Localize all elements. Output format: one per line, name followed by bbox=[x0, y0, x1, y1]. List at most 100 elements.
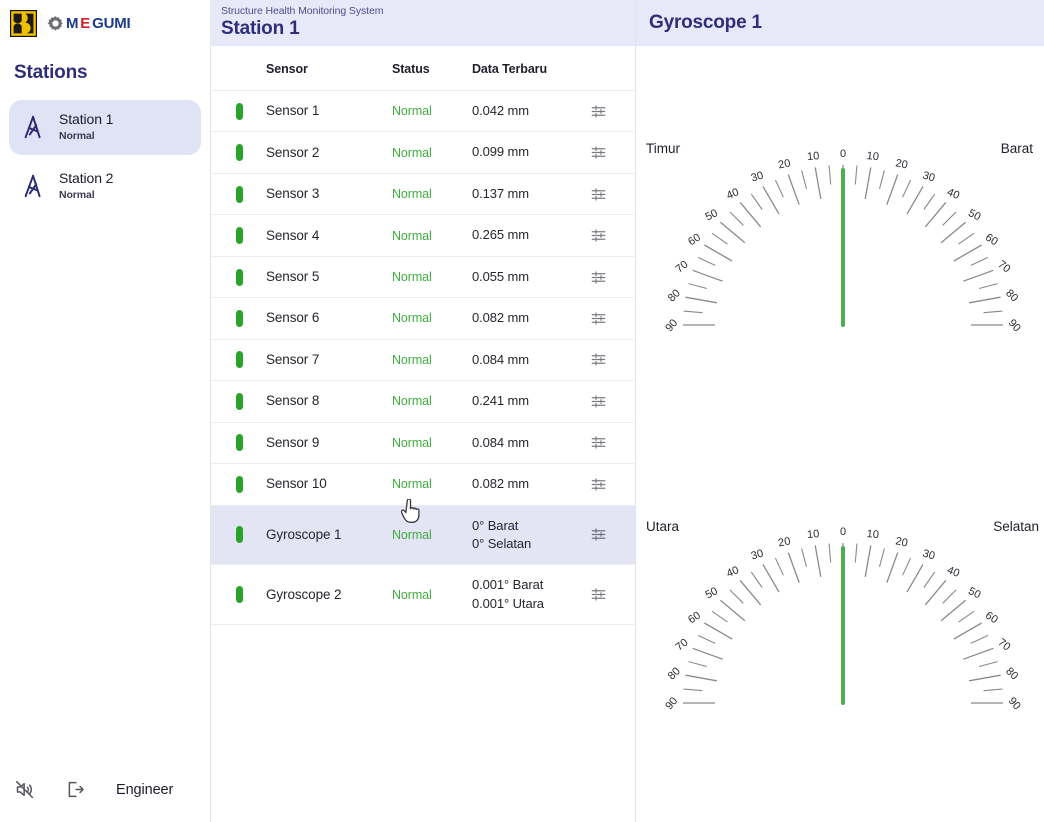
page-title: Station 1 bbox=[221, 18, 300, 39]
column-header-data[interactable]: Data Terbaru bbox=[472, 46, 591, 91]
tune-sliders-icon[interactable] bbox=[591, 187, 606, 202]
gauge-tick bbox=[968, 296, 1001, 304]
gauge-tick-label: 30 bbox=[750, 547, 765, 562]
gauge-tick bbox=[942, 589, 957, 604]
gauge-tick bbox=[923, 571, 936, 588]
table-row[interactable]: Sensor 6 Normal 0.082 mm bbox=[211, 298, 636, 340]
gauge-tick bbox=[739, 579, 762, 606]
tune-sliders-icon[interactable] bbox=[591, 270, 606, 285]
table-row[interactable]: Sensor 9 Normal 0.084 mm bbox=[211, 422, 636, 464]
tune-sliders-icon[interactable] bbox=[591, 435, 606, 450]
sidebar-item-station-2[interactable]: Station 2 Normal bbox=[9, 159, 201, 214]
row-indicator-cell bbox=[211, 464, 266, 505]
tune-sliders-icon[interactable] bbox=[591, 104, 606, 119]
gauge-timur-barat[interactable]: 90 80 70 60 50 40 30 20 10 0 10 20 30 40 50 60 70 80 90 Ti… bbox=[636, 128, 1043, 378]
table-row[interactable]: Gyroscope 2 Normal 0.001° Barat 0.001° Utar… bbox=[211, 565, 636, 625]
tune-sliders-icon[interactable] bbox=[591, 145, 606, 160]
tune-sliders-icon[interactable] bbox=[591, 352, 606, 367]
logout-icon[interactable] bbox=[65, 779, 86, 800]
column-header-status[interactable]: Status bbox=[392, 46, 472, 91]
gauge-tick-label: 40 bbox=[945, 186, 961, 202]
user-role-label: Engineer bbox=[116, 781, 174, 798]
gauge-tick bbox=[923, 193, 936, 210]
brand-wordmark: M E GUMI bbox=[47, 14, 131, 32]
gauge-tick bbox=[979, 661, 998, 668]
gauge-tick bbox=[970, 634, 989, 644]
sensor-name-cell: Sensor 10 bbox=[266, 464, 392, 505]
table-row[interactable]: Sensor 10 Normal 0.082 mm bbox=[211, 464, 636, 506]
table-row[interactable]: Sensor 3 Normal 0.137 mm bbox=[211, 173, 636, 215]
brand-letter-e: E bbox=[80, 14, 91, 32]
row-action-cell bbox=[591, 91, 636, 132]
gauge-tick bbox=[692, 269, 723, 282]
gauge-tick bbox=[924, 201, 947, 228]
row-indicator-cell bbox=[211, 422, 266, 463]
latest-data-value-secondary: 0° Selatan bbox=[472, 535, 532, 551]
tune-sliders-icon[interactable] bbox=[591, 587, 606, 602]
table-row[interactable]: Sensor 8 Normal 0.241 mm bbox=[211, 381, 636, 423]
status-dot-icon bbox=[236, 102, 243, 120]
tune-sliders-icon[interactable] bbox=[591, 228, 606, 243]
sensor-name-cell: Sensor 7 bbox=[266, 339, 392, 380]
gauge-tick-label: 0 bbox=[840, 148, 846, 160]
tune-sliders-icon[interactable] bbox=[591, 311, 606, 326]
row-action-cell bbox=[591, 565, 636, 625]
panel-header: Structure Health Monitoring System Stati… bbox=[211, 0, 635, 46]
station-name: Station 2 bbox=[59, 170, 114, 186]
column-header-actions bbox=[591, 46, 636, 91]
status-badge: Normal bbox=[392, 145, 432, 160]
gauge-tick bbox=[711, 232, 728, 245]
status-cell: Normal bbox=[392, 91, 472, 132]
gauge-tick bbox=[953, 622, 982, 640]
column-header-sensor[interactable]: Sensor bbox=[266, 46, 392, 91]
gauge-svg-2: 908070605040302010 0 102030405060708090 Ut… bbox=[646, 519, 1039, 712]
table-row[interactable]: Sensor 7 Normal 0.084 mm bbox=[211, 339, 636, 381]
table-row[interactable]: Sensor 5 Normal 0.055 mm bbox=[211, 256, 636, 298]
latest-data-cell: 0.082 mm bbox=[472, 298, 591, 339]
status-dot-icon bbox=[236, 227, 243, 245]
gauge-tick bbox=[683, 688, 703, 692]
tune-sliders-icon[interactable] bbox=[591, 394, 606, 409]
latest-data-value: 0.084 mm bbox=[472, 434, 530, 450]
table-row[interactable]: Gyroscope 1 Normal 0° Barat 0° Selatan bbox=[211, 505, 636, 565]
row-indicator-cell bbox=[211, 565, 266, 625]
sensor-name-cell: Sensor 9 bbox=[266, 422, 392, 463]
row-indicator-cell bbox=[211, 91, 266, 132]
table-row[interactable]: Sensor 1 Normal 0.042 mm bbox=[211, 91, 636, 132]
station-list: Station 1 Normal Station 2 Normal bbox=[0, 100, 210, 214]
gauge-tick-label: 50 bbox=[703, 585, 719, 601]
status-cell: Normal bbox=[392, 256, 472, 297]
gauge-tick-label: 90 bbox=[1006, 317, 1023, 334]
tune-sliders-icon[interactable] bbox=[591, 527, 606, 542]
tune-sliders-icon[interactable] bbox=[591, 477, 606, 492]
row-indicator-cell bbox=[211, 132, 266, 173]
gauge-tick bbox=[787, 552, 800, 583]
gauge-tick-label: 0 bbox=[840, 526, 846, 538]
gauge-right-label: Barat bbox=[1001, 141, 1034, 156]
gauge-tick-label: 80 bbox=[666, 287, 683, 304]
table-row[interactable]: Sensor 4 Normal 0.265 mm bbox=[211, 215, 636, 257]
gauge-tick-label: 60 bbox=[686, 231, 703, 248]
gauge-tick bbox=[924, 579, 947, 606]
latest-data-cell: 0.099 mm bbox=[472, 132, 591, 173]
volume-mute-icon[interactable] bbox=[14, 779, 35, 800]
gauge-tick bbox=[878, 548, 885, 567]
gauge-utara-selatan[interactable]: 90 80 70 60 50 40 30 20 10 0 10 20 30 40 50 60 70 80 90 Ut… bbox=[636, 506, 1043, 756]
row-action-cell bbox=[591, 256, 636, 297]
station-name: Station 1 bbox=[59, 111, 114, 127]
latest-data-value: 0.082 mm bbox=[472, 476, 530, 492]
sidebar-footer: Engineer bbox=[0, 779, 210, 822]
table-header-row: Sensor Status Data Terbaru bbox=[211, 46, 636, 91]
table-row[interactable]: Sensor 2 Normal 0.099 mm bbox=[211, 132, 636, 174]
gauge-tick bbox=[864, 545, 872, 578]
gauge-tick bbox=[854, 543, 858, 563]
status-dot-icon bbox=[236, 434, 243, 452]
row-indicator-cell bbox=[211, 298, 266, 339]
gauge-tick bbox=[864, 167, 872, 200]
gauge-tick-label: 90 bbox=[663, 695, 680, 712]
gauge-tick bbox=[711, 610, 728, 623]
gauge-tick bbox=[828, 165, 832, 185]
sidebar-item-station-1[interactable]: Station 1 Normal bbox=[9, 100, 201, 155]
sensor-name-cell: Sensor 1 bbox=[266, 91, 392, 132]
status-dot-icon bbox=[236, 185, 243, 203]
